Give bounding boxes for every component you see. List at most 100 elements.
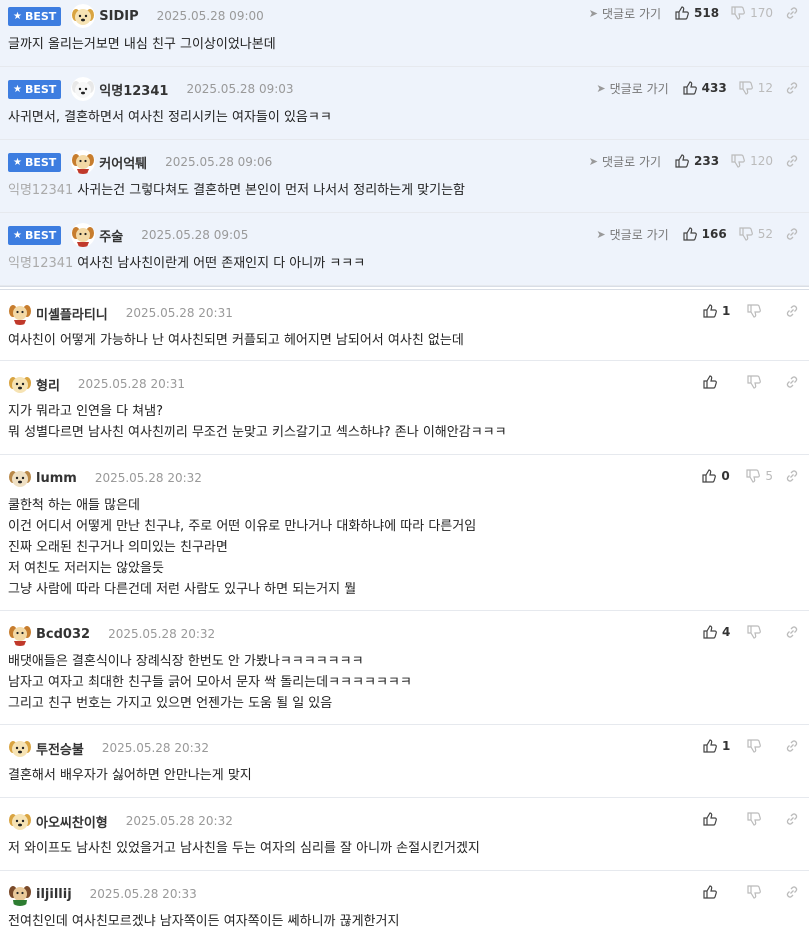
comment-text: 결혼해서 배우자가 싫어하면 안만나는게 맞지: [8, 768, 252, 783]
comment-text: 남자고 여자고 최대한 친구들 긁어 모아서 문자 싹 돌리는데ㅋㅋㅋㅋㅋㅋㅋ: [8, 675, 412, 690]
like-button[interactable]: 233: [675, 154, 719, 168]
like-button[interactable]: 166: [683, 227, 727, 241]
avatar[interactable]: [71, 77, 96, 101]
dislike-button[interactable]: [747, 375, 773, 389]
comment-body: 글까지 올리는거보면 내심 친구 그이상이었나본데: [8, 34, 801, 55]
send-arrow-icon: ➤: [596, 227, 606, 241]
comment-header: ★ BEST 주술 2025.05.28 09:05: [8, 223, 248, 247]
dislike-count: 170: [750, 6, 773, 20]
comment-text: 사귀면서, 결혼하면서 여사친 정리시키는 여자들이 있음ㅋㅋ: [8, 110, 332, 125]
dislike-button[interactable]: [747, 739, 773, 753]
dislike-button[interactable]: 120: [731, 154, 773, 168]
comment-header: ★ BEST 익명12341 2025.05.28 09:03: [8, 77, 294, 101]
comment-text: 지가 뭐라고 인연을 다 쳐냄?: [8, 404, 163, 419]
comment-text: 이건 어디서 어떻게 만난 친구냐, 주로 어떤 이유로 만나거나 대화하냐에 …: [8, 519, 477, 534]
goto-comment-link[interactable]: ➤ 댓글로 가기: [589, 5, 661, 22]
comment-date: 2025.05.28 09:06: [165, 155, 273, 169]
link-icon[interactable]: [785, 469, 799, 483]
dislike-button[interactable]: [747, 812, 773, 826]
comment-item: iljillij 2025.05.28 20:33 전여친인데 여사친모르겠냐 …: [0, 871, 809, 937]
comment-header: 투전승불 2025.05.28 20:32: [8, 736, 209, 760]
like-count: 4: [722, 625, 731, 639]
goto-comment-link[interactable]: ➤ 댓글로 가기: [596, 226, 668, 243]
thumbs-up-icon: [703, 885, 717, 899]
dislike-button[interactable]: 12: [739, 81, 773, 95]
comment-actions: ➤ 댓글로 가기 233 120: [589, 152, 799, 170]
dislike-button[interactable]: 170: [731, 6, 773, 20]
reply-mention[interactable]: 익명12341: [8, 256, 73, 271]
like-button[interactable]: 0: [702, 469, 734, 483]
link-icon[interactable]: [785, 154, 799, 168]
dislike-button[interactable]: [747, 625, 773, 639]
goto-comment-link[interactable]: ➤ 댓글로 가기: [596, 80, 668, 97]
link-icon[interactable]: [785, 6, 799, 20]
comment-author[interactable]: SIDIP: [99, 9, 138, 24]
comment-author[interactable]: 미셸플라티니: [36, 304, 108, 323]
comment-author[interactable]: Bcd032: [36, 627, 90, 642]
link-icon[interactable]: [785, 812, 799, 826]
like-button[interactable]: 433: [683, 81, 727, 95]
goto-comment-link[interactable]: ➤ 댓글로 가기: [589, 153, 661, 170]
avatar[interactable]: [8, 882, 32, 906]
link-icon[interactable]: [785, 81, 799, 95]
like-button[interactable]: [703, 375, 735, 389]
like-button[interactable]: 1: [703, 304, 735, 318]
comment-item: 투전승불 2025.05.28 20:32 1 결혼해서 배우자가 싫어하면 안…: [0, 725, 809, 798]
avatar[interactable]: [8, 809, 32, 833]
comment-text: 진짜 오래된 친구거나 의미있는 친구라면: [8, 540, 228, 555]
dislike-button[interactable]: [747, 304, 773, 318]
avatar[interactable]: [71, 4, 96, 28]
dislike-button[interactable]: [747, 885, 773, 899]
thumbs-up-icon: [683, 81, 697, 95]
like-count: 433: [701, 81, 727, 95]
comment-item: lumm 2025.05.28 20:32 0 5 쿨한척 하는 애들 많은데 …: [0, 455, 809, 611]
comment-author[interactable]: lumm: [36, 471, 77, 486]
link-icon[interactable]: [785, 885, 799, 899]
avatar[interactable]: [8, 372, 32, 396]
link-icon[interactable]: [785, 739, 799, 753]
link-icon[interactable]: [785, 375, 799, 389]
avatar[interactable]: [8, 622, 32, 646]
avatar[interactable]: [8, 736, 32, 760]
like-button[interactable]: 4: [703, 625, 735, 639]
comment-text: 뭐 성별다르면 남사친 여사친끼리 무조건 눈맞고 키스갈기고 섹스하냐? 존나…: [8, 425, 507, 440]
avatar[interactable]: [71, 150, 96, 174]
dislike-button[interactable]: 52: [739, 227, 773, 241]
comment-author[interactable]: 투전승불: [36, 739, 84, 758]
like-count: 1: [722, 304, 731, 318]
best-badge: ★ BEST: [8, 79, 62, 99]
like-button[interactable]: [703, 885, 735, 899]
link-icon[interactable]: [785, 304, 799, 318]
comment-author[interactable]: 형리: [36, 375, 60, 394]
comment-author[interactable]: iljillij: [36, 887, 72, 902]
avatar[interactable]: [71, 223, 96, 247]
comment-body: 저 와이프도 남사친 있었을거고 남사친을 두는 여자의 심리를 잘 아니까 손…: [8, 838, 801, 859]
avatar[interactable]: [8, 466, 32, 490]
avatar[interactable]: [8, 301, 32, 325]
comment-actions: [703, 883, 799, 901]
send-arrow-icon: ➤: [588, 6, 599, 20]
like-button[interactable]: 518: [675, 6, 719, 20]
reply-mention[interactable]: 익명12341: [8, 183, 73, 198]
best-badge: ★ BEST: [8, 152, 62, 172]
comment-text: 전여친인데 여사친모르겠냐 남자쪽이든 여자쪽이든 쎄하니까 끊게한거지: [8, 914, 400, 929]
comment-author[interactable]: 익명12341: [99, 80, 168, 99]
dislike-button[interactable]: 5: [746, 469, 773, 483]
comment-header: 미셸플라티니 2025.05.28 20:31: [8, 301, 233, 325]
thumbs-up-icon: [683, 227, 697, 241]
comment-item: Bcd032 2025.05.28 20:32 4 배댓애들은 결혼식이나 장례…: [0, 611, 809, 725]
comment-text: 저 여친도 저러지는 않았을듯: [8, 561, 164, 576]
best-comment: ★ BEST 익명12341 2025.05.28 09:03 ➤ 댓글로 가기 4…: [0, 67, 809, 140]
thumbs-down-icon: [731, 154, 745, 168]
comment-author[interactable]: 커어억퉤: [99, 153, 147, 172]
like-button[interactable]: 1: [703, 739, 735, 753]
like-button[interactable]: [703, 812, 735, 826]
link-icon[interactable]: [785, 227, 799, 241]
comment-author[interactable]: 아오씨찬이형: [36, 812, 108, 831]
best-comment: ★ BEST 커어억퉤 2025.05.28 09:06 ➤ 댓글로 가기 233 …: [0, 140, 809, 213]
comment-text: 글까지 올리는거보면 내심 친구 그이상이었나본데: [8, 37, 276, 52]
comment-author[interactable]: 주술: [99, 226, 123, 245]
comment-actions: 1: [703, 737, 799, 755]
link-icon[interactable]: [785, 625, 799, 639]
send-arrow-icon: ➤: [588, 154, 599, 168]
